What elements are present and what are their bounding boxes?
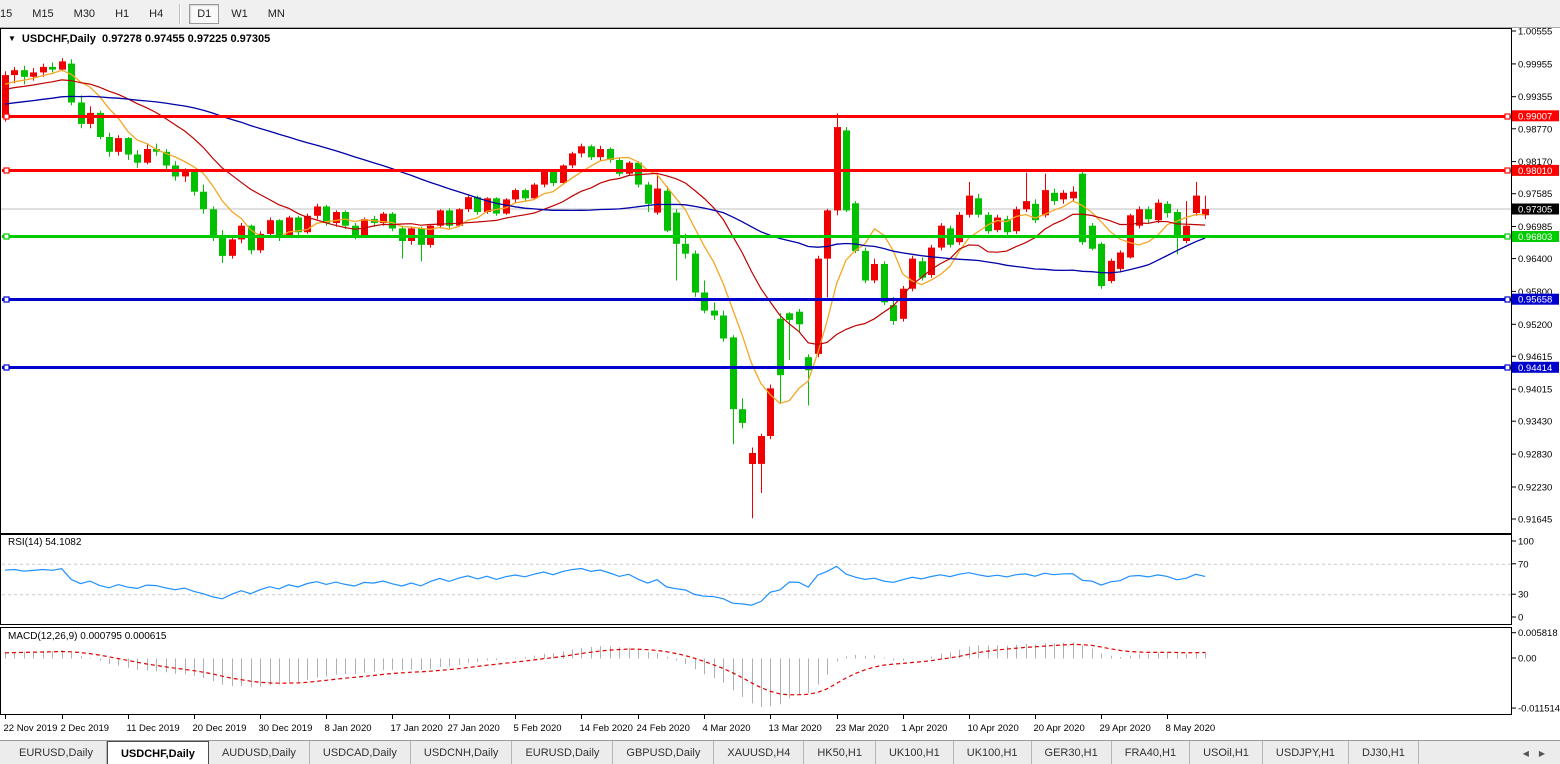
symbol-tab-uk100-h1[interactable]: UK100,H1 (876, 741, 954, 764)
price-axis-label: 0.99355 (1518, 92, 1552, 103)
hline-handle[interactable] (1504, 113, 1511, 120)
symbol-tab-audusd-daily[interactable]: AUDUSD,Daily (209, 741, 310, 764)
symbol-tab-ger30-h1[interactable]: GER30,H1 (1032, 741, 1112, 764)
symbol-tab-gbpusd-daily[interactable]: GBPUSD,Daily (613, 741, 715, 764)
timeframe-button-15[interactable]: 15 (0, 4, 20, 24)
hline-handle[interactable] (1504, 167, 1511, 174)
rsi-panel[interactable] (0, 534, 1512, 625)
symbol-tab-usdcad-daily[interactable]: USDCAD,Daily (310, 741, 411, 764)
price-axis-label: 0.96400 (1518, 254, 1552, 265)
symbol-tab-usoil-h1[interactable]: USOil,H1 (1190, 741, 1263, 764)
symbol-tab-xauusd-h4[interactable]: XAUUSD,H4 (714, 741, 805, 764)
price-axis-label: 0.91645 (1518, 515, 1552, 526)
timeframe-button-M30[interactable]: M30 (66, 4, 103, 24)
date-axis-label: 10 Apr 2020 (968, 723, 1019, 734)
price-axis-label: 0.94615 (1518, 352, 1552, 363)
hline-price-tag-text: 0.94414 (1518, 363, 1552, 374)
date-axis-label: 8 May 2020 (1166, 723, 1216, 734)
rsi-axis-label: 0 (1518, 613, 1523, 624)
date-axis-label: 17 Jan 2020 (391, 723, 443, 734)
toolbar-separator (179, 3, 182, 24)
timeframe-button-H1[interactable]: H1 (107, 4, 137, 24)
trading-app-window: 15 M15 M30 H1 H4 D1 W1 MN 1.00555 0.99955 0.99355… (0, 0, 1560, 764)
symbol-tabbar: EURUSD,Daily USDCHF,Daily AUDUSD,Daily USDC… (0, 740, 1560, 764)
date-axis-label: 20 Dec 2019 (193, 723, 247, 734)
symbol-tab-fra40-h1[interactable]: FRA40,H1 (1112, 741, 1191, 764)
date-axis-label: 30 Dec 2019 (259, 723, 313, 734)
hline-handle[interactable] (3, 233, 10, 240)
hline-handle[interactable] (1504, 233, 1511, 240)
timeframe-button-W1[interactable]: W1 (223, 4, 256, 24)
date-axis-label: 24 Feb 2020 (637, 723, 690, 734)
hline-handle[interactable] (1504, 296, 1511, 303)
price-axis-label: 0.98770 (1518, 124, 1552, 135)
timeframe-toolbar: 15 M15 M30 H1 H4 D1 W1 MN (0, 0, 1560, 28)
rsi-axis-label: 100 (1518, 537, 1534, 548)
date-axis-label: 27 Jan 2020 (448, 723, 500, 734)
current-price-tag-text: 0.97305 (1518, 205, 1552, 216)
timeframe-button-M15[interactable]: M15 (24, 4, 61, 24)
hline-handle[interactable] (3, 364, 10, 371)
date-axis-label: 8 Jan 2020 (325, 723, 372, 734)
price-axis-label: 1.00555 (1518, 28, 1552, 38)
hline-handle[interactable] (3, 113, 10, 120)
macd-panel[interactable] (0, 627, 1512, 715)
date-axis-label: 29 Apr 2020 (1100, 723, 1151, 734)
chart-svg[interactable]: 1.005550.999550.993550.987700.981700.975… (0, 28, 1560, 739)
date-axis-label: 5 Feb 2020 (514, 723, 562, 734)
date-axis-label: 13 Mar 2020 (769, 723, 822, 734)
macd-axis-label: 0.005818 (1518, 628, 1558, 639)
symbol-tab-eurusd-daily[interactable]: EURUSD,Daily (6, 741, 107, 764)
hline-price-tag-text: 0.96803 (1518, 232, 1552, 243)
price-axis-label: 0.97585 (1518, 189, 1552, 200)
price-axis-label: 0.99955 (1518, 59, 1552, 70)
price-axis-label: 0.94015 (1518, 385, 1552, 396)
symbol-tab-usdchf-daily[interactable]: USDCHF,Daily (106, 741, 209, 764)
price-axis-label: 0.93430 (1518, 417, 1552, 428)
rsi-axis-label: 30 (1518, 590, 1529, 601)
rsi-axis-label: 70 (1518, 559, 1529, 570)
date-axis-label: 23 Mar 2020 (836, 723, 889, 734)
tab-scroll-left-icon[interactable]: ◀ (1518, 749, 1534, 758)
hline-price-tag-text: 0.95658 (1518, 295, 1552, 306)
date-axis-label: 4 Mar 2020 (703, 723, 751, 734)
macd-axis-label: 0.00 (1518, 654, 1537, 665)
date-axis-label: 22 Nov 2019 (4, 723, 58, 734)
timeframe-button-MN[interactable]: MN (260, 4, 293, 24)
hline-handle[interactable] (1504, 364, 1511, 371)
price-axis-label: 0.92230 (1518, 482, 1552, 493)
symbol-tab-eurusd-daily[interactable]: EURUSD,Daily (512, 741, 614, 764)
tab-scroll-right-icon[interactable]: ▶ (1534, 749, 1550, 758)
hline-price-tag-text: 0.99007 (1518, 111, 1552, 122)
macd-axis-label: -0.011514 (1518, 704, 1560, 715)
timeframe-button-D1[interactable]: D1 (189, 3, 220, 24)
hline-handle[interactable] (3, 296, 10, 303)
price-axis-label: 0.92830 (1518, 450, 1552, 461)
date-axis-label: 11 Dec 2019 (127, 723, 180, 734)
symbol-tab-hk50-h1[interactable]: HK50,H1 (804, 741, 876, 764)
date-axis-label: 14 Feb 2020 (580, 723, 633, 734)
symbol-tab-uk100-h1[interactable]: UK100,H1 (954, 741, 1032, 764)
symbol-tab-dj30-h1[interactable]: DJ30,H1 (1349, 741, 1419, 764)
date-axis-label: 2 Dec 2019 (61, 723, 110, 734)
hline-handle[interactable] (3, 167, 10, 174)
symbol-tab-usdjpy-h1[interactable]: USDJPY,H1 (1263, 741, 1350, 764)
date-axis-label: 20 Apr 2020 (1034, 723, 1085, 734)
date-axis-label: 1 Apr 2020 (902, 723, 948, 734)
price-axis-label: 0.95200 (1518, 320, 1552, 331)
timeframe-button-H4[interactable]: H4 (141, 4, 171, 24)
symbol-tab-usdcnh-daily[interactable]: USDCNH,Daily (411, 741, 513, 764)
hline-price-tag-text: 0.98010 (1518, 166, 1552, 177)
